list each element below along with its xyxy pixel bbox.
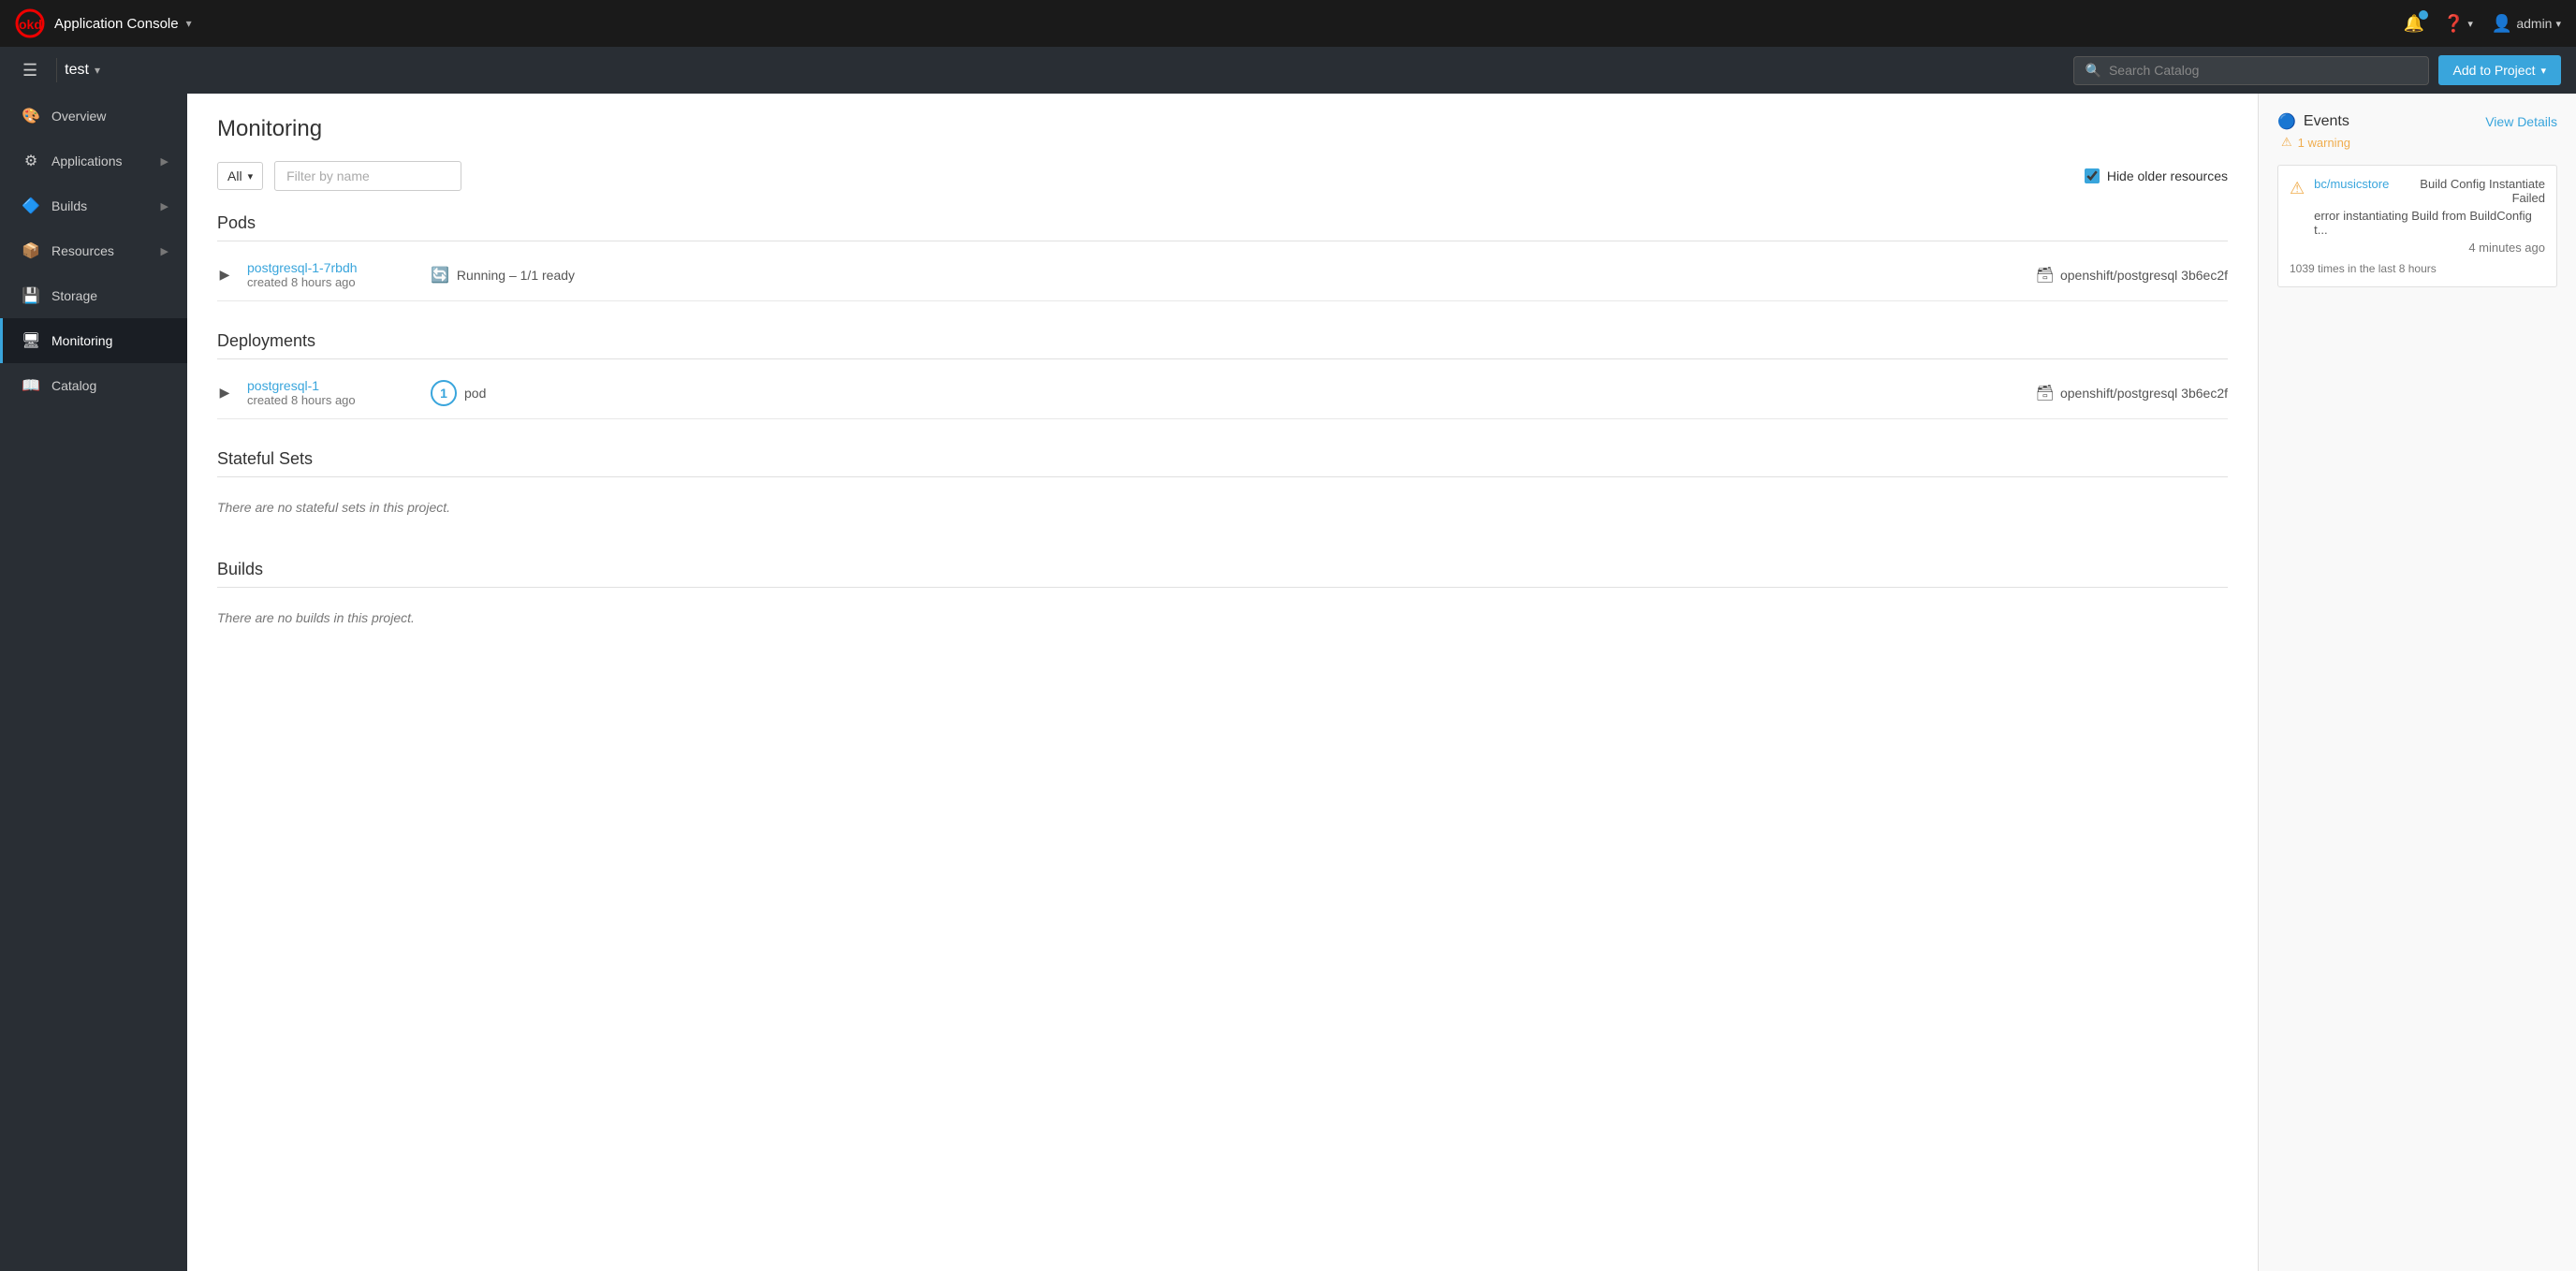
overview-icon: 🎨 (22, 107, 40, 125)
stateful-sets-section: Stateful Sets There are no stateful sets… (217, 449, 2228, 530)
help-menu[interactable]: ❓ ▾ (2443, 14, 2473, 34)
filter-by-name-input[interactable] (274, 161, 461, 191)
filter-bar: All ▾ Hide older resources (217, 161, 2228, 191)
navbar: okd Application Console ▾ 🔔 ❓ ▾ 👤 admin … (0, 0, 2576, 47)
filter-select-chevron-icon: ▾ (248, 170, 254, 183)
console-chevron-icon: ▾ (186, 17, 192, 30)
row-expand-icon[interactable]: ▶ (217, 267, 232, 283)
event-action: Build Config Instantiate Failed (2396, 177, 2545, 205)
app-console-label[interactable]: Application Console ▾ (54, 16, 192, 32)
sub-header-right: 🔍 Add to Project ▾ (2073, 55, 2561, 85)
user-label: admin (2516, 16, 2552, 31)
navbar-right: 🔔 ❓ ▾ 👤 admin ▾ (2404, 14, 2561, 34)
event-description: error instantiating Build from BuildConf… (2314, 209, 2545, 237)
help-icon: ❓ (2443, 14, 2464, 34)
catalog-icon: 📖 (22, 376, 40, 395)
svg-text:okd: okd (19, 17, 42, 32)
event-card-body: bc/musicstore Build Config Instantiate F… (2314, 177, 2545, 255)
builds-chevron-icon: ▶ (161, 200, 168, 212)
event-warning-icon: ⚠ (2290, 179, 2305, 198)
builds-section: Builds There are no builds in this proje… (217, 560, 2228, 640)
sidebar-item-resources[interactable]: 📦 Resources ▶ (0, 228, 187, 273)
image-stack-icon: 🗃 (2036, 266, 2055, 285)
sidebar-item-applications[interactable]: ⚙ Applications ▶ (0, 139, 187, 183)
right-panel: 🔵 Events View Details ⚠ 1 warning ⚠ bc/m… (2258, 94, 2576, 1271)
deployment-name-link[interactable]: postgresql-1 (247, 378, 416, 393)
pods-section: Pods ▶ postgresql-1-7rbdh created 8 hour… (217, 213, 2228, 301)
main-layout: 🎨 Overview ⚙ Applications ▶ 🔷 Builds ▶ 📦… (0, 94, 2576, 1271)
filter-select[interactable]: All ▾ (217, 162, 263, 190)
notification-badge (2419, 10, 2428, 20)
help-chevron-icon: ▾ (2467, 18, 2473, 30)
events-refresh-icon: 🔵 (2277, 112, 2296, 131)
event-source-link[interactable]: bc/musicstore (2314, 177, 2389, 191)
sidebar-item-catalog[interactable]: 📖 Catalog (0, 363, 187, 408)
builds-section-title: Builds (217, 560, 2228, 588)
events-header: 🔵 Events View Details (2277, 112, 2557, 131)
running-icon: 🔄 (431, 266, 449, 285)
image-stack-icon: 🗃 (2036, 384, 2055, 402)
pod-status: 🔄 Running – 1/1 ready (431, 266, 618, 285)
deployment-status: 1 pod (431, 380, 618, 406)
sidebar-item-monitoring[interactable]: 🖥 Monitoring (0, 318, 187, 363)
resources-icon: 📦 (22, 241, 40, 260)
event-card: ⚠ bc/musicstore Build Config Instantiate… (2277, 165, 2557, 287)
sidebar-item-overview[interactable]: 🎨 Overview (0, 94, 187, 139)
sub-header: ☰ test ▾ 🔍 Add to Project ▾ (0, 47, 2576, 94)
deployment-image: 🗃 openshift/postgresql 3b6ec2f (2036, 384, 2228, 402)
table-row: ▶ postgresql-1 created 8 hours ago 1 pod… (217, 367, 2228, 419)
user-icon: 👤 (2492, 14, 2512, 34)
pod-created: created 8 hours ago (247, 275, 416, 289)
pod-name-link[interactable]: postgresql-1-7rbdh (247, 260, 416, 275)
stateful-sets-section-title: Stateful Sets (217, 449, 2228, 477)
builds-empty: There are no builds in this project. (217, 595, 2228, 640)
search-catalog-container[interactable]: 🔍 (2073, 56, 2429, 85)
add-to-project-chevron-icon: ▾ (2540, 65, 2546, 77)
view-details-link[interactable]: View Details (2485, 114, 2557, 129)
deployments-section: Deployments ▶ postgresql-1 created 8 hou… (217, 331, 2228, 419)
warning-badge: ⚠ 1 warning (2277, 135, 2557, 150)
resources-chevron-icon: ▶ (161, 245, 168, 257)
hide-older-checkbox[interactable] (2085, 168, 2100, 183)
project-chevron-icon: ▾ (95, 64, 100, 77)
hide-older-resources: Hide older resources (2085, 168, 2228, 183)
builds-icon: 🔷 (22, 197, 40, 215)
storage-icon: 💾 (22, 286, 40, 305)
main-panel: Monitoring All ▾ Hide older resources Po… (187, 94, 2258, 1271)
deployments-section-title: Deployments (217, 331, 2228, 359)
sidebar: 🎨 Overview ⚙ Applications ▶ 🔷 Builds ▶ 📦… (0, 94, 187, 1271)
user-chevron-icon: ▾ (2555, 18, 2561, 30)
search-icon: 🔍 (2086, 63, 2101, 79)
monitoring-icon: 🖥 (22, 331, 40, 350)
page-title: Monitoring (217, 116, 2228, 142)
event-time: 4 minutes ago (2314, 241, 2545, 255)
event-footer: 1039 times in the last 8 hours (2290, 262, 2545, 275)
stateful-sets-empty: There are no stateful sets in this proje… (217, 485, 2228, 530)
table-row: ▶ postgresql-1-7rbdh created 8 hours ago… (217, 249, 2228, 301)
pod-image: 🗃 openshift/postgresql 3b6ec2f (2036, 266, 2228, 285)
hamburger-button[interactable]: ☰ (15, 57, 45, 84)
user-menu[interactable]: 👤 admin ▾ (2492, 14, 2561, 34)
brand[interactable]: okd Application Console ▾ (15, 8, 192, 38)
notifications-icon[interactable]: 🔔 (2404, 14, 2424, 34)
pod-count-badge: 1 (431, 380, 457, 406)
okd-logo: okd (15, 8, 45, 38)
search-catalog-input[interactable] (2109, 63, 2417, 78)
content-area: Monitoring All ▾ Hide older resources Po… (187, 94, 2576, 1271)
event-card-header: ⚠ bc/musicstore Build Config Instantiate… (2290, 177, 2545, 255)
deployment-created: created 8 hours ago (247, 393, 416, 407)
event-card-top: bc/musicstore Build Config Instantiate F… (2314, 177, 2545, 205)
warning-icon: ⚠ (2281, 135, 2292, 150)
applications-icon: ⚙ (22, 152, 40, 170)
events-title: Events (2304, 113, 2349, 130)
project-name: test (65, 62, 89, 79)
row-expand-icon[interactable]: ▶ (217, 385, 232, 401)
sidebar-item-builds[interactable]: 🔷 Builds ▶ (0, 183, 187, 228)
sidebar-item-storage[interactable]: 💾 Storage (0, 273, 187, 318)
applications-chevron-icon: ▶ (161, 155, 168, 168)
project-selector[interactable]: test ▾ (56, 58, 108, 82)
add-to-project-button[interactable]: Add to Project ▾ (2438, 55, 2561, 85)
pods-section-title: Pods (217, 213, 2228, 241)
